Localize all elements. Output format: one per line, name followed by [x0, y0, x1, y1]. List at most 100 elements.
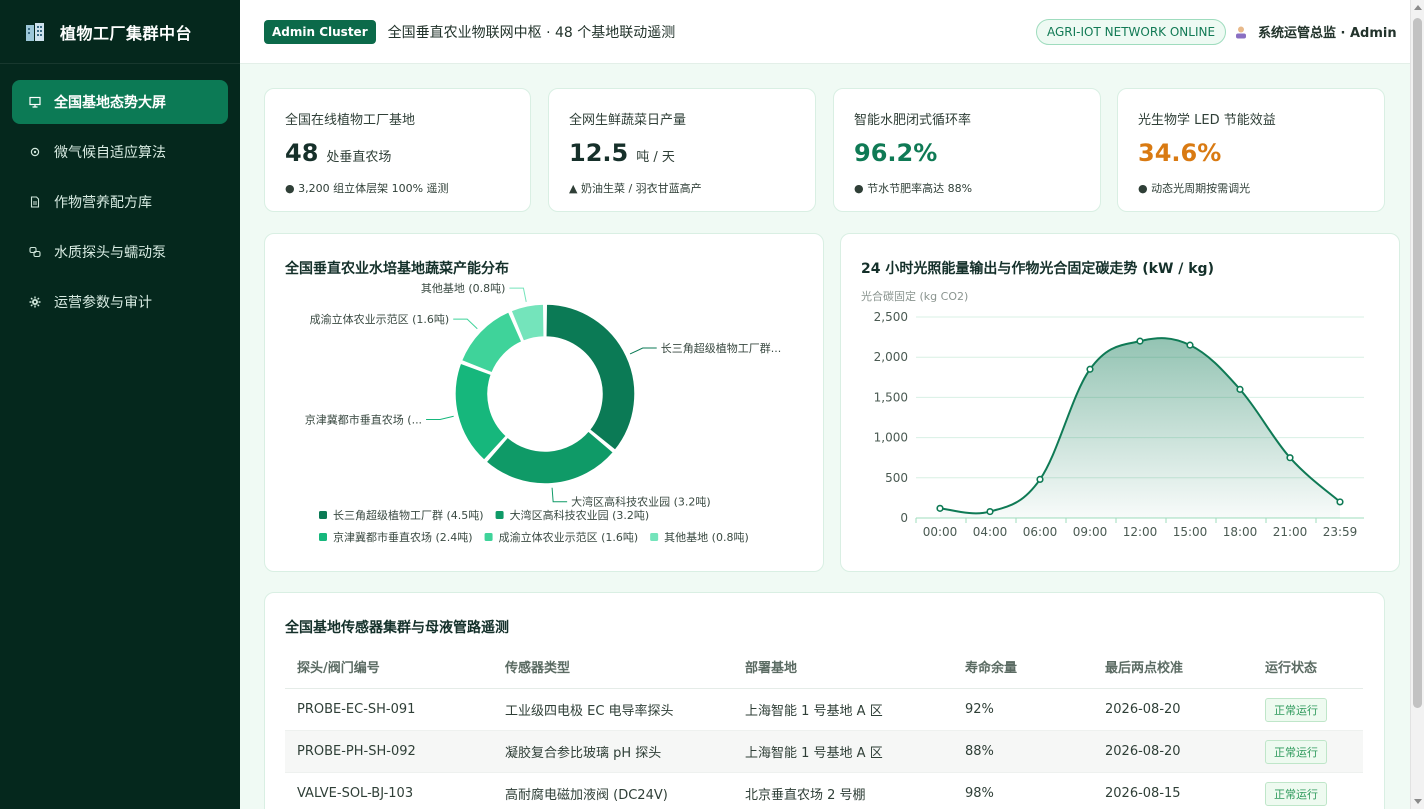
- legend-label: 大湾区高科技农业园 (3.2吨): [510, 508, 650, 522]
- x-tick-label: 06:00: [1023, 525, 1058, 539]
- cell-life: 98%: [965, 786, 994, 801]
- callout-line: [426, 415, 454, 421]
- cell-calibration: 2026-08-20: [1105, 702, 1181, 717]
- column-header[interactable]: 部署基地: [745, 657, 965, 676]
- column-header[interactable]: 最后两点校准: [1105, 657, 1265, 676]
- stat-note: ● 3,200 组立体层架 100% 遥测: [285, 182, 449, 195]
- stat-label: 智能水肥闭式循环率: [854, 113, 972, 128]
- table-row[interactable]: PROBE-EC-SH-091 工业级四电极 EC 电导率探头 上海智能 1 号…: [285, 689, 1363, 731]
- network-status-pill: AGRI-IOT NETWORK ONLINE: [1036, 19, 1227, 45]
- sidebar-item-climate[interactable]: 微气候自适应算法: [12, 130, 228, 174]
- stat-value: 96.2%: [854, 139, 937, 167]
- stat-label: 全国在线植物工厂基地: [285, 113, 416, 128]
- stat-value: 34.6%: [1138, 139, 1221, 167]
- x-tick-label: 12:00: [1123, 525, 1158, 539]
- stat-number: 48: [285, 139, 319, 167]
- sensor-table-card: 全国基地传感器集群与母液管路遥测 探头/阀门编号 传感器类型 部署基地 寿命余量…: [264, 592, 1385, 809]
- user-name: 系统运管总监 · Admin: [1258, 26, 1397, 41]
- cell-calibration: 2026-08-20: [1105, 744, 1181, 759]
- scroll-up-icon[interactable]: [1414, 5, 1422, 10]
- cell-status: 正常运行: [1265, 739, 1363, 764]
- y-axis-title: 光合碳固定 (kg CO2): [861, 289, 968, 303]
- donut-slice: [460, 310, 523, 374]
- legend-label: 长三角超级植物工厂群 (4.5吨): [333, 508, 484, 522]
- legend-swatch: [650, 533, 659, 541]
- area-fill: [940, 338, 1340, 518]
- x-tick-label: 09:00: [1073, 525, 1108, 539]
- cell-calibration: 2026-08-15: [1105, 786, 1181, 801]
- callout-label: 长三角超级植物工厂群...: [661, 341, 782, 355]
- table-row[interactable]: VALVE-SOL-BJ-103 高耐腐电磁加液阀 (DC24V) 北京垂直农场…: [285, 773, 1363, 809]
- cell-type: 凝胶复合参比玻璃 pH 探头: [505, 746, 662, 761]
- document-icon: [28, 195, 42, 209]
- data-point: [1336, 498, 1344, 506]
- stat-number: 12.5: [569, 139, 629, 167]
- data-point: [1236, 385, 1244, 393]
- legend-label: 京津冀都市垂直农场 (2.4吨): [333, 530, 473, 544]
- stat-note: ● 动态光周期按需调光: [1138, 182, 1251, 195]
- donut-slice: [485, 430, 615, 485]
- callout-label: 成渝立体农业示范区 (1.6吨): [310, 312, 450, 326]
- cell-status: 正常运行: [1265, 781, 1363, 806]
- legend-swatch: [319, 533, 327, 541]
- donut-slice: [545, 303, 636, 452]
- cell-id: PROBE-EC-SH-091: [297, 702, 416, 717]
- user-menu[interactable]: 系统运管总监 · Admin: [1234, 22, 1397, 41]
- column-header[interactable]: 寿命余量: [965, 657, 1105, 676]
- data-point: [1036, 475, 1044, 484]
- column-header[interactable]: 运行状态: [1265, 657, 1363, 676]
- column-header[interactable]: 探头/阀门编号: [285, 657, 505, 676]
- top-header: Admin Cluster 全国垂直农业物联网中枢 · 48 个基地联动遥测 A…: [240, 0, 1410, 64]
- sidebar-item-dashboard[interactable]: 全国基地态势大屏: [12, 80, 228, 124]
- y-tick-label: 2,000: [874, 350, 908, 364]
- stat-value: 12.5 吨 / 天: [569, 139, 675, 167]
- scroll-down-icon[interactable]: [1414, 799, 1422, 804]
- data-point: [936, 504, 944, 512]
- callout-label: 京津冀都市垂直农场 (...: [305, 413, 422, 427]
- sidebar-item-label: 运营参数与审计: [54, 295, 152, 311]
- status-badge: 正常运行: [1265, 781, 1327, 806]
- scroll-thumb[interactable]: [1413, 18, 1422, 708]
- stat-card-recycle: 智能水肥闭式循环率 96.2% ● 节水节肥率高达 88%: [833, 88, 1101, 212]
- gear-icon: [28, 145, 42, 159]
- sidebar-item-nutrition[interactable]: 作物营养配方库: [12, 180, 228, 224]
- callout-label: 大湾区高科技农业园 (3.2吨): [571, 495, 711, 509]
- cell-life: 92%: [965, 702, 994, 717]
- app-title: 植物工厂集群中台: [60, 23, 193, 43]
- x-tick-label: 04:00: [973, 525, 1008, 539]
- x-tick-label: 21:00: [1273, 525, 1308, 539]
- callout-line: [551, 487, 568, 503]
- cell-life: 88%: [965, 744, 994, 759]
- callout-line: [509, 287, 527, 302]
- donut-slice: [454, 362, 508, 462]
- stat-value: 48 处垂直农场: [285, 139, 391, 167]
- legend-swatch: [495, 511, 504, 519]
- sidebar-item-water[interactable]: 水质探头与蠕动泵: [12, 230, 228, 274]
- y-tick-label: 500: [885, 471, 908, 485]
- cell-type: 高耐腐电磁加液阀 (DC24V): [505, 788, 668, 803]
- data-point: [986, 507, 994, 516]
- callout-label: 其他基地 (0.8吨): [421, 282, 506, 295]
- page-scrollbar[interactable]: [1410, 0, 1424, 809]
- user-avatar-icon: [1236, 26, 1246, 38]
- legend-label: 成渝立体农业示范区 (1.6吨): [499, 530, 639, 544]
- stat-card-led: 光生物学 LED 节能效益 34.6% ● 动态光周期按需调光: [1117, 88, 1385, 212]
- column-header[interactable]: 传感器类型: [505, 657, 745, 676]
- x-tick-label: 18:00: [1223, 525, 1258, 539]
- stat-number: 96.2%: [854, 139, 938, 167]
- cell-type: 工业级四电极 EC 电导率探头: [505, 704, 674, 719]
- x-tick-label: 23:59: [1323, 525, 1358, 539]
- sidebar-item-audit[interactable]: 运营参数与审计: [12, 280, 228, 324]
- cluster-badge: Admin Cluster: [264, 19, 376, 44]
- table-row[interactable]: PROBE-PH-SH-092 凝胶复合参比玻璃 pH 探头 上海智能 1 号基…: [285, 731, 1363, 773]
- cell-status: 正常运行: [1265, 697, 1363, 722]
- sidebar-item-label: 微气候自适应算法: [54, 145, 166, 161]
- sidebar-item-label: 作物营养配方库: [54, 195, 152, 211]
- sidebar-nav: 全国基地态势大屏 微气候自适应算法 作物营养配方库 水质探头与蠕动泵 运营参数与…: [0, 64, 240, 324]
- table-title: 全国基地传感器集群与母液管路遥测: [285, 620, 509, 636]
- x-tick-label: 00:00: [923, 525, 958, 539]
- stat-number: 34.6%: [1138, 139, 1222, 167]
- cell-base: 上海智能 1 号基地 A 区: [745, 746, 883, 761]
- cell-base: 北京垂直农场 2 号棚: [745, 788, 866, 803]
- x-tick-label: 15:00: [1173, 525, 1208, 539]
